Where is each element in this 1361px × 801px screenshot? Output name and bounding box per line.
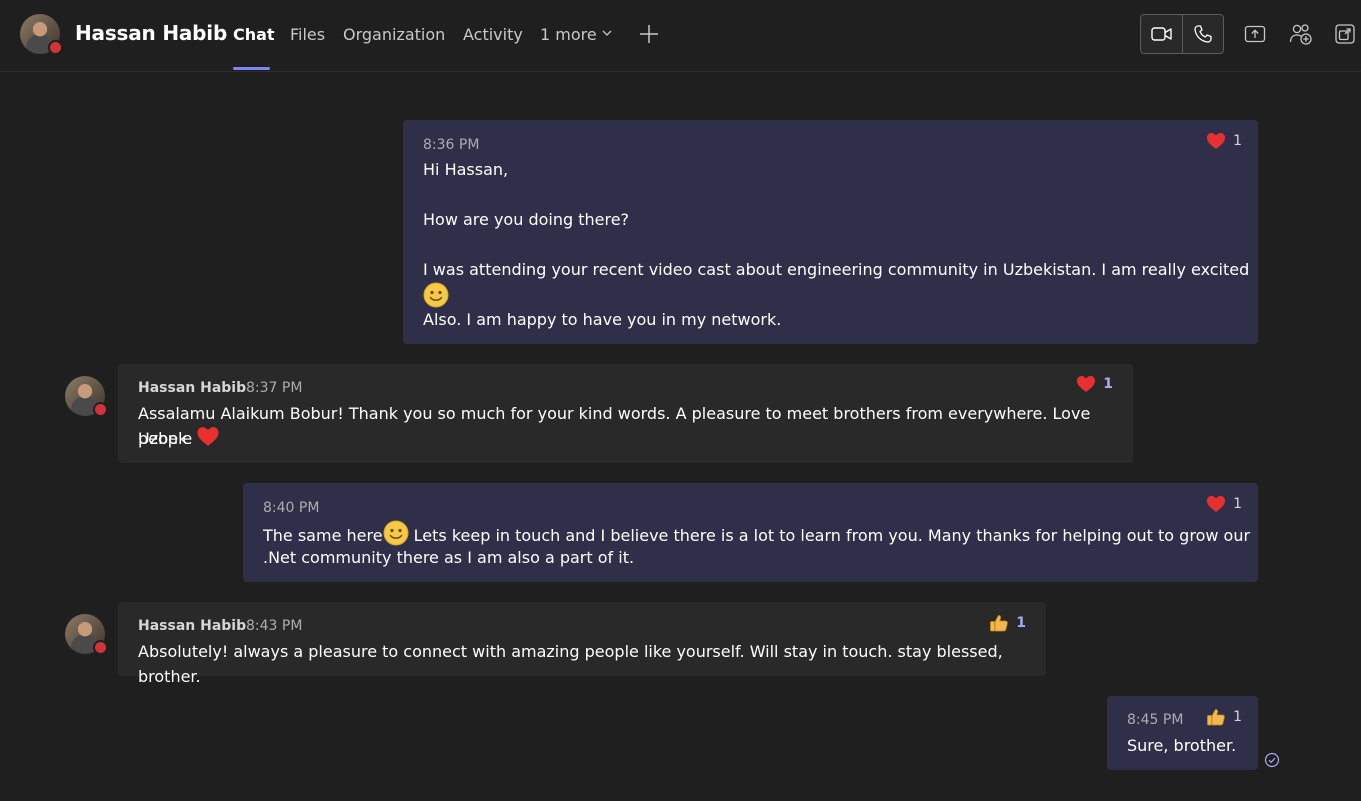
thumbs-up-icon: [1207, 709, 1225, 726]
message-text: I was attending your recent video cast a…: [423, 260, 1250, 279]
reaction-like[interactable]: 1: [989, 613, 1026, 633]
reaction-count: 1: [1233, 709, 1242, 725]
message-line: people: [138, 426, 220, 451]
presence-busy-indicator: [48, 40, 63, 55]
reaction-heart[interactable]: 1: [1206, 132, 1242, 150]
message-line: Absolutely! always a pleasure to connect…: [138, 642, 1008, 686]
message-timestamp: 8:43 PM: [246, 618, 303, 634]
message-author: Hassan Habib: [138, 380, 247, 396]
message-bubble[interactable]: 8:40 PM 1 The same here Lets keep in tou…: [243, 483, 1258, 582]
add-people-button[interactable]: [1288, 21, 1314, 47]
message-line: Hi Hassan,: [423, 160, 509, 179]
message-line: I was attending your recent video cast a…: [423, 257, 1258, 310]
add-people-icon: [1289, 24, 1312, 45]
smile-emoji-icon: [383, 520, 409, 546]
seen-check-icon: [1264, 752, 1280, 768]
heart-icon: [1207, 496, 1226, 512]
presence-busy-indicator: [93, 640, 108, 655]
video-call-icon: [1150, 27, 1172, 41]
audio-call-button[interactable]: [1183, 15, 1223, 53]
message-timestamp: 8:36 PM: [423, 137, 480, 153]
smile-emoji-icon: [423, 282, 449, 308]
video-call-button[interactable]: [1141, 15, 1182, 53]
message-bubble[interactable]: Hassan Habib 8:37 PM 1 Assalamu Alaikum …: [118, 364, 1133, 463]
share-screen-icon: [1244, 25, 1266, 43]
reaction-heart[interactable]: 1: [1206, 495, 1242, 513]
audio-call-icon: [1194, 25, 1212, 43]
reaction-count: 1: [1103, 376, 1113, 392]
message-bubble[interactable]: Hassan Habib 8:43 PM 1 Absolutely! alway…: [118, 602, 1046, 686]
pop-out-button[interactable]: [1333, 22, 1357, 46]
tab-files[interactable]: Files: [290, 25, 325, 44]
add-tab-icon[interactable]: [639, 24, 659, 44]
sender-avatar[interactable]: [65, 376, 108, 417]
sender-avatar[interactable]: [65, 614, 108, 655]
chevron-down-icon[interactable]: [601, 27, 613, 39]
reaction-count: 1: [1233, 133, 1242, 149]
reaction-like[interactable]: 1: [1206, 707, 1242, 727]
message-text: people: [138, 429, 193, 448]
chat-header: Hassan Habib Chat Files Organization Act…: [0, 0, 1361, 72]
message-text: Lets keep in touch and I believe there i…: [408, 526, 1251, 545]
thumbs-up-icon: [990, 615, 1009, 632]
heart-emoji-icon: [197, 427, 219, 446]
message-timestamp: 8:37 PM: [246, 380, 303, 396]
pop-out-icon: [1335, 24, 1355, 44]
reaction-count: 1: [1016, 615, 1026, 631]
message-bubble[interactable]: 8:45 PM 1 Sure, brother.: [1107, 696, 1258, 770]
message-bubble[interactable]: 8:36 PM 1 Hi Hassan, How are you doing t…: [403, 120, 1258, 344]
message-line: Assalamu Alaikum Bobur! Thank you so muc…: [138, 404, 1096, 448]
share-screen-button[interactable]: [1243, 22, 1267, 46]
message-line: Sure, brother.: [1127, 736, 1237, 755]
heart-icon: [1207, 133, 1226, 149]
tab-activity[interactable]: Activity: [463, 25, 523, 44]
message-line: Also. I am happy to have you in my netwo…: [423, 310, 782, 329]
presence-busy-indicator: [93, 402, 108, 417]
tab-more[interactable]: 1 more: [540, 25, 597, 44]
tab-organization[interactable]: Organization: [343, 25, 445, 44]
call-button-group: [1140, 14, 1224, 54]
message-timestamp: 8:45 PM: [1127, 712, 1184, 728]
reaction-heart[interactable]: 1: [1076, 375, 1113, 393]
active-tab-indicator: [233, 67, 270, 70]
tab-chat[interactable]: Chat: [233, 25, 275, 44]
message-line: The same here Lets keep in touch and I b…: [263, 520, 1250, 548]
heart-icon: [1077, 376, 1096, 392]
contact-avatar[interactable]: [20, 14, 63, 55]
message-author: Hassan Habib: [138, 618, 247, 634]
reaction-count: 1: [1233, 496, 1242, 512]
contact-name[interactable]: Hassan Habib: [75, 21, 227, 45]
message-timestamp: 8:40 PM: [263, 500, 320, 516]
message-text: The same here: [263, 526, 383, 545]
message-line: .Net community there as I am also a part…: [263, 548, 635, 567]
message-line: How are you doing there?: [423, 210, 630, 229]
